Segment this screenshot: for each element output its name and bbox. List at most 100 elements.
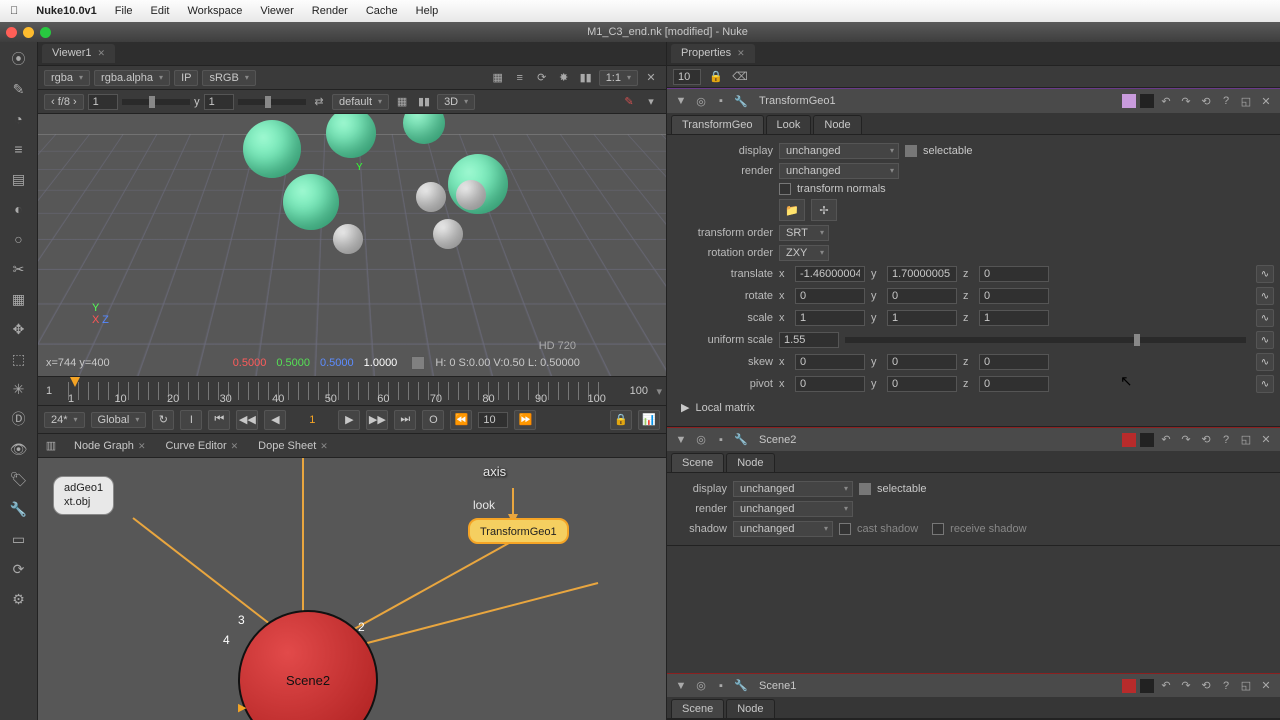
tool-deep-icon[interactable]: ✳: [8, 378, 30, 400]
selectable-checkbox[interactable]: [859, 483, 871, 495]
uniform-scale-slider[interactable]: [845, 337, 1246, 343]
tool-filter-icon[interactable]: ◐: [8, 198, 30, 220]
node-color-swatch[interactable]: [1122, 433, 1136, 447]
pivot-x-input[interactable]: [795, 376, 865, 392]
scene-sphere[interactable]: [283, 174, 339, 230]
center-node-icon[interactable]: ◎: [693, 432, 709, 448]
menu-cache[interactable]: Cache: [366, 5, 398, 17]
flipbook-icon[interactable]: 📊: [638, 410, 660, 430]
sub-tab-transformgeo[interactable]: TransformGeo: [671, 115, 764, 134]
play-back-button[interactable]: ◀: [264, 410, 286, 430]
anim-menu-icon[interactable]: ∿: [1256, 375, 1274, 393]
tool-particles-icon[interactable]: ⬚: [8, 348, 30, 370]
sub-tab-node[interactable]: Node: [726, 453, 774, 472]
sub-tab-node[interactable]: Node: [813, 115, 861, 134]
play-forward-button[interactable]: ▶: [338, 410, 360, 430]
dim-dropdown[interactable]: 3D: [437, 94, 475, 110]
ng-layout-icon[interactable]: ▥: [38, 437, 64, 455]
tab-properties[interactable]: Properties✕: [671, 44, 755, 63]
lut-dropdown[interactable]: sRGB: [202, 70, 255, 86]
step-back-button[interactable]: ◀◀: [236, 410, 258, 430]
menu-help[interactable]: Help: [416, 5, 439, 17]
close-tab-icon[interactable]: ✕: [737, 48, 745, 58]
ip-toggle[interactable]: IP: [174, 70, 198, 86]
tool-metadata-icon[interactable]: 🏷: [8, 468, 30, 490]
viewer-range-dropdown[interactable]: ▾: [642, 93, 660, 111]
close-icon[interactable]: [6, 27, 17, 38]
gamma-input[interactable]: [204, 94, 234, 110]
menubar-app[interactable]: Nuke10.0v1: [36, 5, 97, 17]
node-titlebar[interactable]: ▼ ◎ ▪ 🔧 Scene1 ↶ ↷ ⟲ ? ◱ ✕: [667, 673, 1280, 697]
current-frame[interactable]: 1: [292, 414, 332, 426]
cliptest-icon[interactable]: ⇄: [310, 93, 328, 111]
file-button[interactable]: 📁: [779, 199, 805, 221]
undo-icon[interactable]: ↶: [1158, 93, 1174, 109]
tab-viewer1[interactable]: Viewer1✕: [42, 44, 115, 63]
close-panel-icon[interactable]: ✕: [1258, 432, 1274, 448]
viewer-settings-icon[interactable]: ✸: [555, 69, 573, 87]
sub-tab-look[interactable]: Look: [766, 115, 812, 134]
collapse-icon[interactable]: ▼: [673, 432, 689, 448]
timeline[interactable]: 1 100 ▾ 1102030405060708090100: [38, 376, 666, 406]
scene-sphere[interactable]: [243, 120, 301, 178]
uniform-scale-input[interactable]: [779, 332, 839, 348]
scale-y-input[interactable]: [887, 310, 957, 326]
in-point-button[interactable]: I: [180, 410, 202, 430]
node-titlebar[interactable]: ▼ ◎ ▪ 🔧 TransformGeo1 ↶ ↷ ⟲ ? ◱ ✕: [667, 89, 1280, 113]
tool-keyer-icon[interactable]: ○: [8, 228, 30, 250]
shadow-dropdown[interactable]: unchanged: [733, 521, 833, 537]
lock-panels-icon[interactable]: 🔒: [707, 68, 725, 86]
node-scene[interactable]: Scene2: [238, 610, 378, 720]
channel-dropdown[interactable]: rgba: [44, 70, 90, 86]
exposure-input[interactable]: [88, 94, 118, 110]
revert-icon[interactable]: ⟲: [1198, 93, 1214, 109]
scene-sphere[interactable]: [416, 182, 446, 212]
menu-render[interactable]: Render: [312, 5, 348, 17]
node-color-swatch[interactable]: [1122, 679, 1136, 693]
tool-toolsets-icon[interactable]: 🔧: [8, 498, 30, 520]
node-transformgeo[interactable]: TransformGeo1: [468, 518, 569, 544]
zoom-icon[interactable]: [40, 27, 51, 38]
go-last-button[interactable]: ⏭: [394, 410, 416, 430]
scene-sphere[interactable]: [456, 180, 486, 210]
node-state-icon[interactable]: ▪: [713, 678, 729, 694]
float-icon[interactable]: ◱: [1238, 93, 1254, 109]
collapse-icon[interactable]: ▼: [673, 93, 689, 109]
skew-y-input[interactable]: [887, 354, 957, 370]
sub-tab-node[interactable]: Node: [726, 699, 774, 718]
help-icon[interactable]: ?: [1218, 432, 1234, 448]
transform-normals-checkbox[interactable]: [779, 183, 791, 195]
menu-edit[interactable]: Edit: [151, 5, 170, 17]
tool-draw-icon[interactable]: ✎: [8, 78, 30, 100]
tile-color-swatch[interactable]: [1140, 433, 1154, 447]
revert-icon[interactable]: ⟲: [1198, 432, 1214, 448]
scene-sphere[interactable]: [433, 219, 463, 249]
revert-icon[interactable]: ⟲: [1198, 678, 1214, 694]
roi-icon[interactable]: ▦: [393, 93, 411, 111]
skip-fwd-button[interactable]: ⏩: [514, 410, 536, 430]
node-wrench-icon[interactable]: 🔧: [733, 678, 749, 694]
tool-3d-icon[interactable]: ✥: [8, 318, 30, 340]
menu-viewer[interactable]: Viewer: [260, 5, 293, 17]
lock-icon[interactable]: 🔒: [610, 410, 632, 430]
translate-x-input[interactable]: [795, 266, 865, 282]
selectable-checkbox[interactable]: [905, 145, 917, 157]
fps-dropdown[interactable]: 24*: [44, 412, 85, 428]
tile-color-swatch[interactable]: [1140, 679, 1154, 693]
rotate-y-input[interactable]: [887, 288, 957, 304]
display-dropdown[interactable]: unchanged: [779, 143, 899, 159]
tool-transform-icon[interactable]: ▦: [8, 288, 30, 310]
go-first-button[interactable]: ⏮: [208, 410, 230, 430]
translate-y-input[interactable]: [887, 266, 957, 282]
render-dropdown[interactable]: unchanged: [779, 163, 899, 179]
node-color-swatch[interactable]: [1122, 94, 1136, 108]
collapse-icon[interactable]: ▼: [673, 678, 689, 694]
tool-all-icon[interactable]: ⚙: [8, 588, 30, 610]
tab-curve-editor[interactable]: Curve Editor✕: [155, 436, 248, 456]
translate-z-input[interactable]: [979, 266, 1049, 282]
undo-icon[interactable]: ↶: [1158, 678, 1174, 694]
cast-shadow-checkbox[interactable]: [839, 523, 851, 535]
anim-menu-icon[interactable]: ∿: [1256, 331, 1274, 349]
help-icon[interactable]: ?: [1218, 93, 1234, 109]
pivot-y-input[interactable]: [887, 376, 957, 392]
